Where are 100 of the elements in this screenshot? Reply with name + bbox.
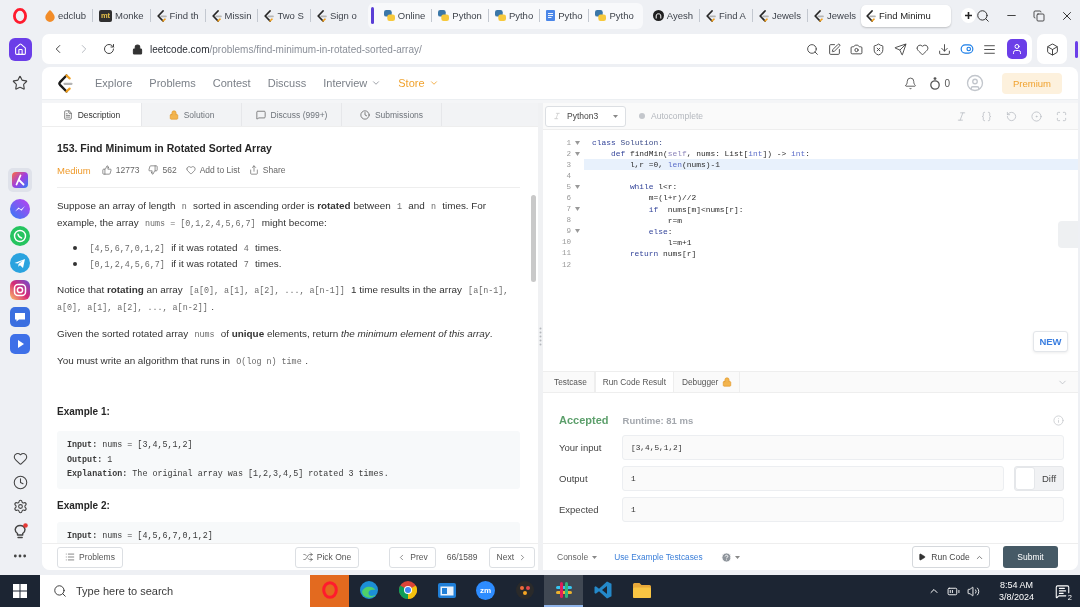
browser-tab[interactable]: Jewels — [753, 4, 806, 27]
camera-icon[interactable] — [10, 280, 30, 300]
browser-tab[interactable]: Find th — [151, 4, 204, 27]
fold-caret-icon[interactable] — [575, 207, 580, 212]
reload-icon[interactable] — [103, 43, 115, 55]
profile-button[interactable] — [1007, 39, 1027, 59]
coins-button[interactable]: 0 — [930, 76, 950, 90]
send-icon[interactable] — [894, 42, 907, 56]
user-icon — [1011, 43, 1023, 55]
description-paragraph: Notice that rotating an array [a[0], a[1], a[2], ..., a[n-1]] 1 time results in the array [a[n-1], a[0], a[1], a[2], ..., a[n-2]] . — [57, 283, 510, 315]
ring-logo[interactable] — [13, 7, 27, 24]
nav-link[interactable]: Explore — [95, 77, 133, 89]
thumbs-up-icon — [101, 165, 112, 175]
logo-badge: zm — [476, 580, 495, 600]
browser-tab[interactable]: Pytho — [489, 4, 539, 27]
share-button[interactable]: Share — [248, 165, 286, 175]
download-icon[interactable] — [938, 42, 951, 56]
bracket-logo[interactable] — [57, 73, 73, 93]
problems-button[interactable]: Problems — [57, 546, 123, 568]
browser-tab[interactable]: Missin — [206, 4, 257, 27]
console-button[interactable]: Console — [557, 552, 598, 562]
search-icon — [53, 584, 67, 598]
paper-plane-icon[interactable] — [10, 253, 30, 273]
caret-down-icon[interactable] — [734, 555, 740, 559]
nav-link[interactable]: Contest — [212, 77, 251, 89]
browser-tab[interactable]: edclub — [40, 4, 91, 27]
heart-icon[interactable] — [12, 451, 28, 466]
browser-tab[interactable]: Jewels — [809, 4, 862, 27]
problem-tab[interactable]: Description — [42, 103, 142, 126]
toggle-icon[interactable] — [960, 42, 974, 56]
shield-icon[interactable] — [872, 42, 885, 56]
taskbar-date: 3/8/2024 — [998, 591, 1034, 603]
start-icon[interactable] — [13, 584, 27, 598]
extensions-button[interactable] — [1037, 34, 1067, 64]
chat-tile-icon[interactable] — [10, 307, 30, 327]
play-tile-icon[interactable] — [10, 334, 30, 354]
add-to-list-button[interactable]: Add to List — [185, 165, 240, 175]
browser-tab[interactable]: Online — [378, 4, 431, 27]
volume-icon[interactable] — [966, 584, 980, 598]
fold-caret-icon[interactable] — [575, 184, 580, 189]
browser-tab[interactable]: Ayesh — [647, 4, 698, 27]
star-icon[interactable] — [12, 75, 28, 91]
home-button[interactable] — [8, 37, 32, 61]
camera-icon[interactable] — [850, 42, 863, 56]
browser-tab[interactable]: Python — [433, 4, 487, 27]
dislike-button[interactable]: 562 — [148, 165, 177, 175]
heart-icon[interactable] — [916, 42, 929, 56]
menu-icon[interactable] — [983, 42, 996, 56]
search-icon[interactable] — [975, 8, 990, 23]
nav-link[interactable]: Problems — [149, 77, 196, 89]
diff-toggle[interactable]: Diff — [1014, 466, 1064, 491]
search-icon[interactable] — [806, 42, 819, 56]
field-label: Your input — [559, 442, 603, 453]
browser-tab[interactable]: Find A — [701, 4, 751, 27]
description-paragraph: You must write an algorithm that runs in O(log n) time . — [57, 354, 309, 369]
bell-icon[interactable] — [904, 76, 918, 90]
gradient-tile-icon[interactable] — [8, 168, 32, 192]
new-button[interactable]: NEW — [1033, 331, 1068, 352]
fold-caret-icon[interactable] — [575, 229, 580, 234]
url-text[interactable]: leetcode.com/problems/find-minimum-in-rotated-sorted-array/ — [150, 43, 422, 55]
example-line: Explanation: The original array was [1,2,3,4,5] rotated 3 times. — [67, 468, 390, 481]
snake-icon — [383, 10, 395, 21]
list-icon — [65, 552, 75, 562]
help-icon[interactable] — [720, 551, 732, 563]
nav-link[interactable]: Discuss — [267, 77, 307, 89]
plus-icon[interactable] — [960, 8, 976, 23]
runtime-text: Runtime: 81 ms — [622, 414, 694, 426]
restore-icon[interactable] — [1032, 9, 1045, 22]
next-button[interactable]: Next — [488, 546, 535, 568]
language-select[interactable]: Python3 — [545, 105, 626, 127]
browser-tab[interactable]: Sign o — [311, 4, 362, 27]
submit-button[interactable]: Submit — [1003, 546, 1058, 568]
fold-caret-icon[interactable] — [575, 151, 580, 156]
example-line: Output: 1 — [67, 453, 114, 467]
taskbar-search-field[interactable]: Type here to search — [40, 575, 310, 607]
fold-caret-icon[interactable] — [575, 140, 580, 145]
edit-icon[interactable] — [828, 42, 841, 56]
console-tab[interactable]: Run Code Result — [594, 372, 674, 392]
browser-tab[interactable]: Pytho — [541, 4, 588, 27]
lock-icon — [722, 377, 733, 387]
browser-tab[interactable]: Find Minimu — [861, 4, 951, 27]
history-icon[interactable] — [12, 475, 28, 490]
use-example-link[interactable]: Use Example Testcases — [614, 552, 703, 562]
panel-indicator — [1075, 40, 1078, 58]
example-title: Example 1: — [57, 405, 111, 419]
chat-bubble-icon[interactable] — [10, 199, 30, 219]
settings-icon[interactable] — [12, 499, 28, 514]
nav-link[interactable]: Interview — [323, 77, 382, 89]
problem-title: 153. Find Minimum in Rotated Sorted Array — [57, 141, 273, 156]
pick-one-button[interactable]: Pick One — [294, 546, 360, 568]
resize-handle[interactable] — [538, 103, 543, 570]
console-tab[interactable]: Debugger — [673, 372, 741, 392]
prev-button[interactable]: Prev — [389, 546, 436, 568]
like-button[interactable]: 12773 — [101, 165, 140, 175]
browser-tab[interactable]: Two S — [259, 4, 309, 27]
browser-tab[interactable]: Pytho — [590, 4, 639, 27]
lightbulb-icon[interactable] — [12, 523, 28, 539]
scrollbar-thumb[interactable] — [530, 195, 536, 282]
console-tab[interactable]: Testcase — [546, 372, 595, 392]
run-code-button[interactable]: Run Code — [912, 546, 990, 568]
